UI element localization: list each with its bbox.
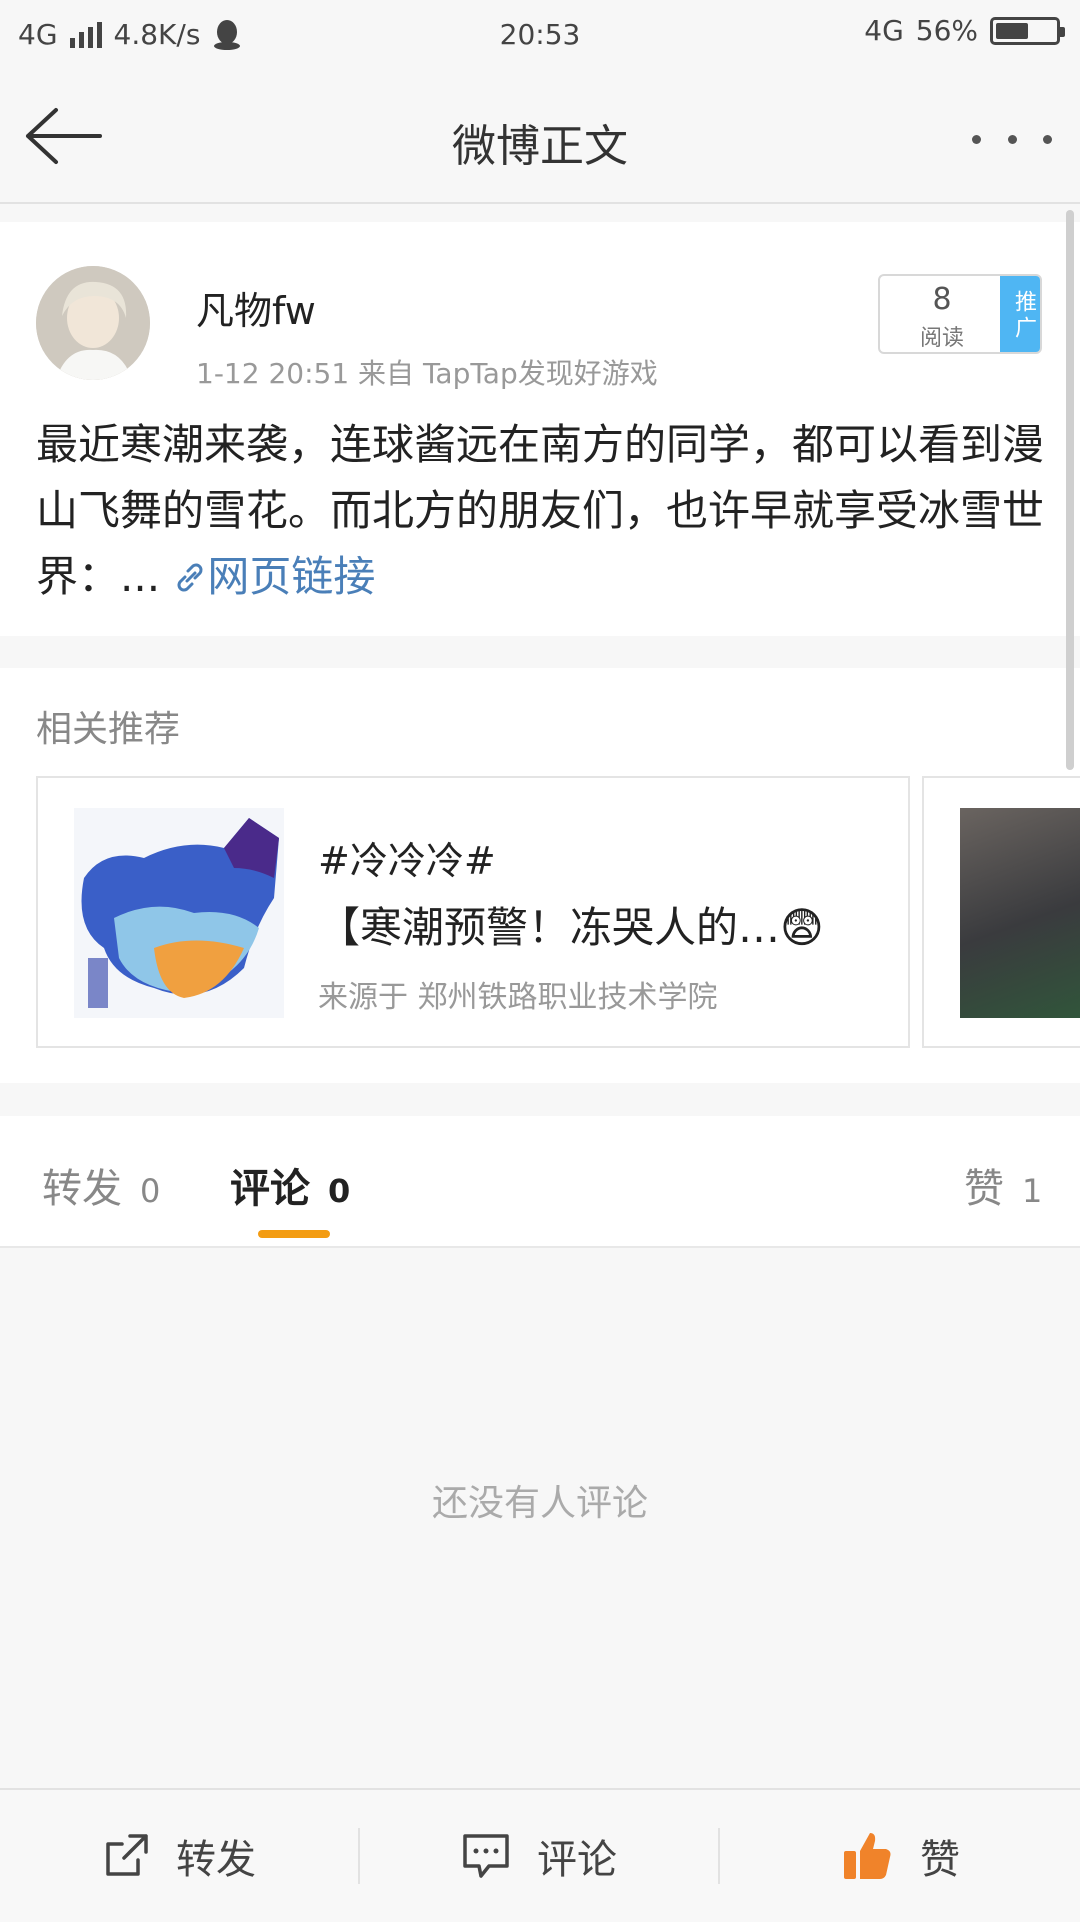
section-title: 相关推荐	[36, 709, 181, 750]
tab-comment-label: 评论	[230, 1166, 310, 1212]
title-bar: 微博正文	[0, 72, 1080, 204]
read-count: 8	[932, 282, 952, 317]
read-label: 阅读	[919, 326, 964, 351]
tab-repost-label: 转发	[42, 1166, 122, 1212]
scrollbar[interactable]	[1066, 210, 1074, 770]
status-bar: 4G 4.8K/s 20:53 4G 56%	[0, 0, 1080, 72]
recommendation-thumbnail	[74, 808, 284, 1018]
status-right: 4G 56%	[864, 14, 1065, 47]
related-recommendations: 相关推荐 #冷冷冷# 【寒潮预警！冻哭人的…😨 来源于 郑州铁路职业技术学院	[0, 668, 1080, 1083]
tab-comment-count: 0	[328, 1172, 351, 1210]
battery-icon	[990, 16, 1065, 45]
username[interactable]: 凡物fw	[196, 280, 316, 335]
read-count-badge[interactable]: 8 阅读 推广	[878, 274, 1042, 354]
recommendation-thumbnail	[960, 808, 1080, 1018]
comment-icon	[463, 1834, 509, 1878]
battery-percent: 56%	[915, 14, 978, 47]
tab-like[interactable]: 赞1	[964, 1156, 1042, 1214]
more-options-button[interactable]	[972, 124, 1052, 154]
tab-bar: 转发 0 评论 0 赞1	[0, 1116, 1080, 1248]
share-icon	[106, 1834, 148, 1876]
like-button[interactable]: 赞	[720, 1790, 1080, 1922]
recommendation-tag: #冷冷冷#	[318, 839, 496, 883]
tab-like-count: 1	[1022, 1172, 1043, 1210]
active-tab-indicator	[258, 1230, 330, 1238]
empty-comments-text: 还没有人评论	[431, 1483, 648, 1524]
post-body: 最近寒潮来袭，连球酱远在南方的同学，都可以看到漫山飞舞的雪花。而北方的朋友们，也…	[36, 412, 1046, 610]
recommendation-card[interactable]: #冷冷冷# 【寒潮预警！冻哭人的…😨 来源于 郑州铁路职业技术学院	[36, 776, 910, 1048]
avatar[interactable]	[36, 266, 150, 380]
thumbs-up-icon	[844, 1833, 891, 1879]
avatar-image	[36, 266, 150, 380]
weather-map-image	[74, 808, 284, 1018]
promote-button[interactable]: 推广	[1000, 276, 1040, 352]
comment-label: 评论	[537, 1837, 617, 1883]
recommendation-source: 来源于 郑州铁路职业技术学院	[318, 980, 718, 1015]
page-title: 微博正文	[452, 121, 628, 172]
bottom-action-bar: 转发 评论 赞	[0, 1788, 1080, 1922]
link-icon	[177, 563, 203, 592]
like-label: 赞	[920, 1837, 960, 1883]
comment-button[interactable]: 评论	[360, 1790, 718, 1922]
tab-repost[interactable]: 转发 0	[42, 1156, 160, 1214]
network-right-label: 4G	[864, 14, 904, 47]
repost-button[interactable]: 转发	[0, 1790, 358, 1922]
post-meta: 1-12 20:51 来自 TapTap发现好游戏	[196, 357, 658, 390]
web-link[interactable]: 网页链接	[173, 552, 375, 601]
more-dot-icon	[1007, 134, 1017, 144]
web-link-label: 网页链接	[207, 552, 376, 601]
tab-comment[interactable]: 评论 0	[230, 1156, 350, 1214]
recommendation-card-partial[interactable]	[922, 776, 1080, 1048]
tab-like-label: 赞	[964, 1166, 1004, 1212]
repost-label: 转发	[176, 1837, 256, 1883]
more-dot-icon	[1043, 134, 1052, 144]
tab-repost-count: 0	[140, 1172, 161, 1210]
more-dot-icon	[972, 134, 981, 144]
battery-fill	[996, 22, 1029, 39]
post-card: 凡物fw 1-12 20:51 来自 TapTap发现好游戏 8 阅读 推广 最…	[0, 222, 1080, 636]
recommendation-headline: 【寒潮预警！冻哭人的…😨	[318, 903, 824, 952]
